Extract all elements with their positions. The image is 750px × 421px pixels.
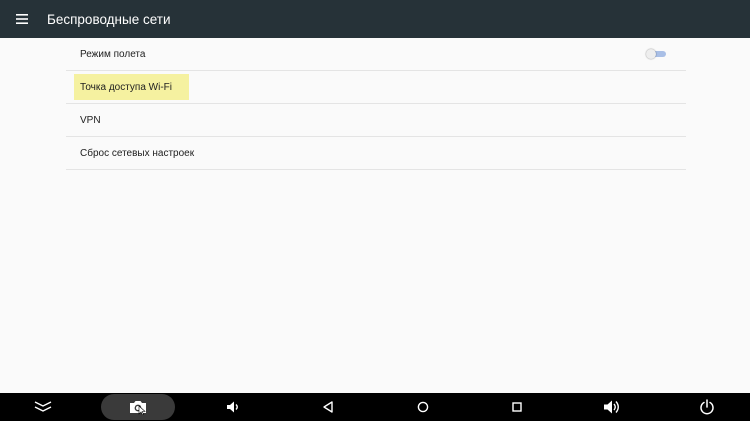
back-button[interactable] [308,393,348,421]
volume-down-icon [227,401,238,413]
volume-up-icon [604,400,619,414]
network-reset-label: Сброс сетевых настроек [80,147,195,159]
network-reset-row[interactable]: Сброс сетевых настроек [66,137,686,170]
collapse-icon [34,401,52,412]
volume-up-button[interactable] [592,393,632,421]
toggle-thumb [646,49,656,59]
screenshot-icon [130,401,146,415]
airplane-mode-row[interactable]: Режим полета [66,38,686,71]
power-button[interactable] [687,393,727,421]
settings-content: Режим полета Точка доступа Wi-Fi VPN Сбр… [0,38,750,393]
vpn-label: VPN [80,114,101,126]
menu-icon [16,14,28,24]
settings-list: Режим полета Точка доступа Wi-Fi VPN Сбр… [66,38,686,170]
home-icon [417,401,429,413]
wifi-hotspot-label: Точка доступа Wi-Fi [80,81,172,93]
recents-icon [512,402,522,412]
navigation-bar [0,393,750,421]
wifi-hotspot-row[interactable]: Точка доступа Wi-Fi [66,71,686,104]
home-button[interactable] [403,393,443,421]
menu-button[interactable] [0,0,44,38]
page-title: Беспроводные сети [47,11,171,27]
airplane-mode-toggle[interactable] [646,49,666,59]
vpn-row[interactable]: VPN [66,104,686,137]
app-bar: Беспроводные сети [0,0,750,38]
collapse-button[interactable] [23,393,63,421]
recents-button[interactable] [497,393,537,421]
screenshot-button[interactable] [101,394,175,420]
airplane-mode-label: Режим полета [80,48,146,60]
back-icon [323,401,333,413]
power-icon [700,399,714,415]
volume-down-button[interactable] [213,393,253,421]
